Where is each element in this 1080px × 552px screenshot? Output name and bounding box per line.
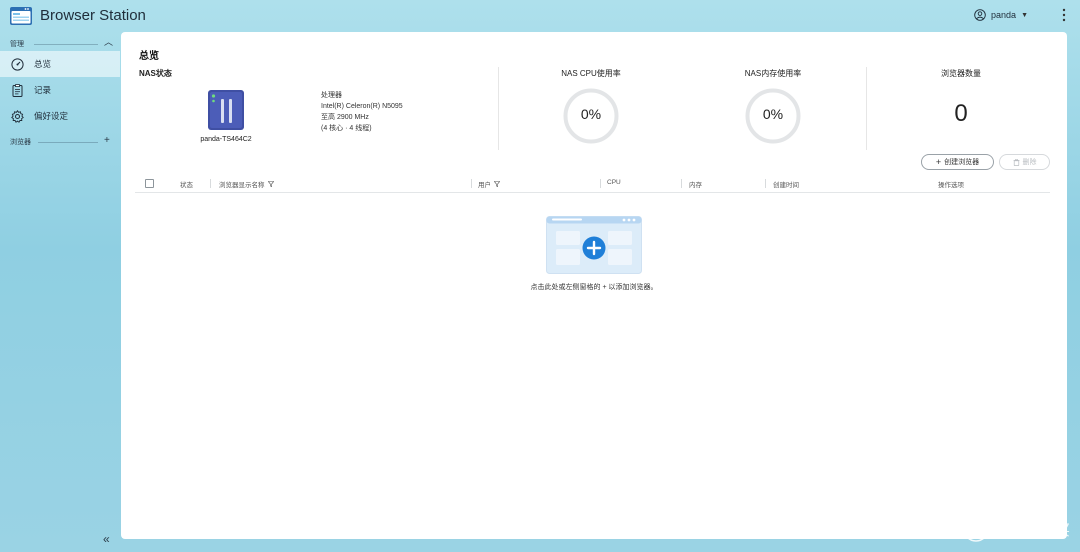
delete-label: 删除 [1022, 159, 1037, 166]
memory-usage-label: NAS内存使用率 [744, 69, 802, 78]
column-label: 操作选项 [938, 182, 964, 189]
main-panel: 总览 NAS状态 panda-TS464C2 处理器 Intel(R) Cele… [121, 32, 1067, 539]
nas-status-label: NAS状态 [139, 69, 172, 78]
browser-count-value: 0 [954, 100, 968, 127]
collapse-sidebar-icon[interactable]: « [103, 532, 110, 546]
filter-icon[interactable] [494, 181, 500, 187]
column-label: 浏览器显示名称 [219, 182, 265, 189]
gear-icon [11, 109, 24, 123]
browser-station-logo-icon [10, 7, 32, 25]
sidebar-item-label: 总览 [34, 59, 52, 69]
sidebar-item-overview[interactable]: 总览 [0, 51, 120, 77]
user-avatar-icon [974, 9, 986, 21]
cpu-frequency: 至高 2900 MHz [321, 114, 369, 121]
column-browser-name[interactable]: 浏览器显示名称 [219, 179, 274, 189]
column-actions: 操作选项 [938, 179, 964, 189]
cpu-model: Intel(R) Celeron(R) N5095 [321, 103, 403, 110]
column-divider[interactable] [471, 179, 472, 188]
cpu-info: 处理器 Intel(R) Celeron(R) N5095 至高 2900 MH… [321, 90, 403, 134]
column-label: 内存 [689, 182, 702, 189]
filter-icon[interactable] [267, 181, 274, 187]
sidebar-section-manage: 管理 [10, 41, 24, 48]
clipboard-icon [12, 83, 23, 97]
username: panda [991, 10, 1017, 20]
app-title: Browser Station [40, 7, 146, 24]
sidebar-item-preferences[interactable]: 偏好设定 [0, 103, 120, 129]
create-browser-button[interactable]: + 创建浏览器 [921, 154, 994, 170]
nas-device-name: panda-TS464C2 [200, 136, 252, 143]
column-divider[interactable] [600, 179, 601, 188]
dashboard-icon [11, 57, 24, 71]
column-label: CPU [607, 179, 621, 186]
svg-text:值: 值 [969, 522, 982, 538]
chevron-down-icon: ▼ [1021, 11, 1028, 19]
column-label: 状态 [180, 182, 193, 189]
zhi-logo-icon: 值 [963, 516, 989, 542]
select-all-checkbox[interactable] [145, 179, 154, 188]
cpu-label: 处理器 [321, 92, 342, 99]
cpu-usage-value: 0% [580, 106, 602, 122]
nas-device-icon [208, 90, 244, 130]
app-header: Browser Station panda ▼ [0, 0, 1080, 34]
column-status[interactable]: 状态 [180, 179, 193, 189]
cpu-cores: (4 核心 · 4 线程) [321, 125, 372, 132]
sidebar-item-label: 偏好设定 [34, 111, 69, 121]
browser-count-label: 浏览器数量 [941, 69, 981, 78]
plus-icon: + [935, 157, 942, 167]
user-menu[interactable]: panda ▼ [974, 9, 1028, 21]
divider [866, 67, 867, 150]
column-label: 创建时间 [773, 182, 799, 189]
column-divider[interactable] [210, 179, 211, 188]
add-browser-button[interactable]: + [104, 136, 110, 146]
memory-usage-value: 0% [762, 106, 784, 122]
create-browser-label: 创建浏览器 [944, 159, 980, 166]
divider [498, 67, 499, 150]
page-title: 总览 [139, 51, 159, 62]
column-created-time[interactable]: 创建时间 [773, 179, 799, 189]
delete-button[interactable]: 删除 [999, 154, 1050, 170]
collapse-section-icon[interactable]: ︿ [104, 37, 113, 47]
add-browser-illustration-icon[interactable] [546, 216, 642, 274]
table-header: 状态 浏览器显示名称 用户 CPU 内存 创建时间 操作选项 [135, 176, 1050, 193]
column-label: 用户 [478, 182, 491, 189]
column-user[interactable]: 用户 [478, 179, 500, 189]
column-memory[interactable]: 内存 [689, 179, 702, 189]
sidebar-item-label: 记录 [34, 85, 52, 95]
column-divider[interactable] [765, 179, 766, 188]
column-divider[interactable] [681, 179, 682, 188]
empty-state-message: 点击此处或左侧窗格的 + 以添加浏览器。 [530, 284, 658, 291]
sidebar-item-logs[interactable]: 记录 [0, 77, 120, 103]
divider [38, 142, 98, 143]
sidebar-section-browsers: 浏览器 [10, 139, 31, 146]
trash-icon [1013, 158, 1019, 166]
cpu-usage-label: NAS CPU使用率 [561, 69, 621, 78]
watermark-text: 什么值得买 [994, 521, 1070, 539]
divider [34, 44, 98, 45]
more-vertical-icon[interactable] [1062, 8, 1066, 22]
watermark: 值 什么值得买 [963, 516, 1070, 542]
sidebar: 管理 ︿ 总览 记录 偏好设定 浏览器 + « [0, 34, 120, 552]
column-cpu[interactable]: CPU [607, 179, 621, 186]
